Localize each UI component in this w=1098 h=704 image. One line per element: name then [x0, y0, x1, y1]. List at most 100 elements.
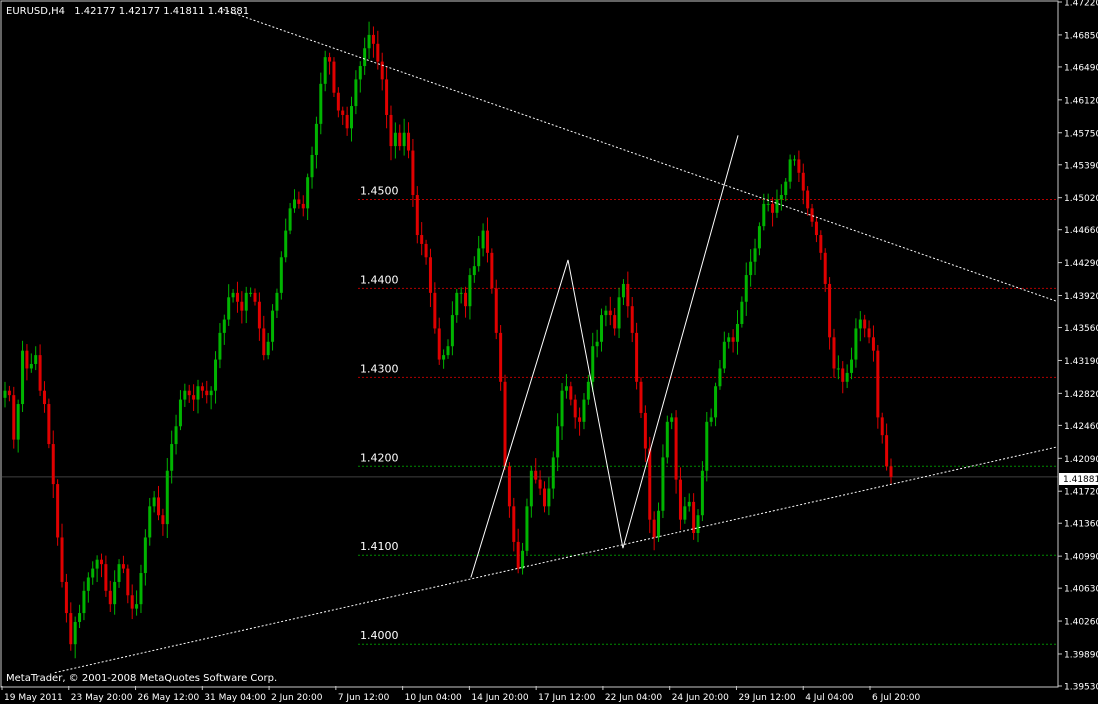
candle-body	[200, 386, 204, 391]
candle-body	[411, 150, 415, 196]
candle-body	[705, 421, 709, 471]
candle-body	[692, 501, 696, 534]
candle-body	[336, 92, 340, 111]
candle-body	[64, 581, 68, 614]
candle-body	[205, 390, 209, 396]
candle-body	[82, 590, 86, 614]
time-tick-label: 7 Jun 12:00	[338, 693, 390, 703]
time-tick-label: 19 May 2011	[4, 693, 63, 703]
candle-body	[165, 470, 169, 525]
candle-body	[389, 114, 393, 147]
candle-body	[635, 332, 639, 382]
candle-body	[7, 390, 11, 396]
candle-body	[503, 381, 507, 467]
candle-body	[731, 337, 735, 342]
candle-body	[29, 364, 33, 369]
candle-body	[613, 315, 617, 329]
candle-body	[174, 426, 178, 445]
candle-body	[284, 230, 288, 258]
candle-body	[78, 613, 82, 622]
candle-body	[297, 199, 301, 204]
candle-body	[157, 497, 161, 516]
candle-body	[683, 506, 687, 520]
candle-body	[836, 368, 840, 370]
candle-body	[806, 190, 810, 209]
candle-body	[819, 235, 823, 253]
candle-body	[323, 57, 327, 84]
price-tick-label: 1.46490	[1064, 63, 1098, 73]
candle-body	[854, 328, 858, 360]
candle-body	[306, 177, 310, 209]
candle-body	[139, 573, 143, 605]
candle-body	[143, 537, 147, 574]
candle-body	[485, 230, 489, 253]
candle-body	[766, 203, 770, 205]
time-tick-label: 6 Jul 20:00	[872, 693, 921, 703]
candle-body	[832, 337, 836, 369]
candle-body	[591, 346, 595, 382]
price-tick-label: 1.47220	[1064, 0, 1098, 9]
time-tick-label: 23 May 20:00	[71, 693, 133, 703]
candle-body	[797, 159, 801, 173]
candle-body	[850, 359, 854, 373]
candle-body	[828, 283, 832, 338]
candle-body	[586, 381, 590, 400]
candle-body	[130, 595, 134, 609]
candle-body	[288, 208, 292, 231]
price-tick-label: 1.44290	[1064, 259, 1098, 269]
price-tick-label: 1.41360	[1064, 520, 1098, 530]
price-tick-label: 1.46850	[1064, 31, 1098, 41]
candle-body	[845, 372, 849, 382]
candle-body	[858, 319, 862, 329]
candle-body	[196, 386, 200, 400]
candle-body	[784, 181, 788, 196]
candle-body	[674, 417, 678, 480]
candle-body	[661, 457, 665, 511]
candle-body	[569, 386, 573, 400]
candle-body	[670, 417, 674, 422]
candle-body	[60, 537, 64, 582]
candle-body	[542, 488, 546, 507]
candle-body	[279, 257, 283, 293]
candle-body	[722, 341, 726, 369]
candle-body	[604, 310, 608, 316]
candle-body	[823, 252, 827, 284]
candle-body	[117, 564, 121, 582]
candle-body	[521, 550, 525, 569]
candle-body	[227, 297, 231, 320]
candle-body	[762, 203, 766, 227]
candle-body	[652, 519, 656, 538]
candle-body	[135, 604, 139, 609]
candle-body	[95, 559, 99, 569]
candle-body	[871, 337, 875, 351]
time-tick-label: 14 Jun 20:00	[471, 693, 528, 703]
candle-body	[69, 613, 73, 645]
plot-area: 1.4500 1.4400 1.4300 1.4200 1.4100 1.4000	[0, 0, 1098, 704]
candle-body	[341, 110, 345, 115]
candle-body	[472, 266, 476, 276]
candle-body	[222, 319, 226, 333]
candle-body	[332, 61, 336, 93]
candle-body	[876, 350, 880, 418]
candle-body	[310, 154, 314, 178]
candle-body	[582, 399, 586, 422]
time-tick-label: 2 Jun 20:00	[271, 693, 323, 703]
candle-body	[494, 288, 498, 333]
candle-body	[21, 350, 25, 405]
candle-body	[42, 390, 46, 405]
candle-body	[47, 404, 51, 445]
candle-body	[551, 457, 555, 489]
candle-body	[91, 568, 95, 578]
candle-body	[301, 203, 305, 209]
time-tick-label: 17 Jun 12:00	[538, 693, 595, 703]
candle-body	[253, 292, 257, 302]
candle-body	[433, 292, 437, 329]
candle-body	[266, 341, 270, 356]
candle-body	[678, 479, 682, 520]
candle-body	[455, 292, 459, 316]
level-label: 1.4000	[360, 629, 399, 642]
candle-body	[262, 328, 266, 356]
chart-background	[0, 0, 1098, 704]
price-tick-label: 1.41720	[1064, 488, 1098, 498]
candle-body	[240, 301, 244, 311]
